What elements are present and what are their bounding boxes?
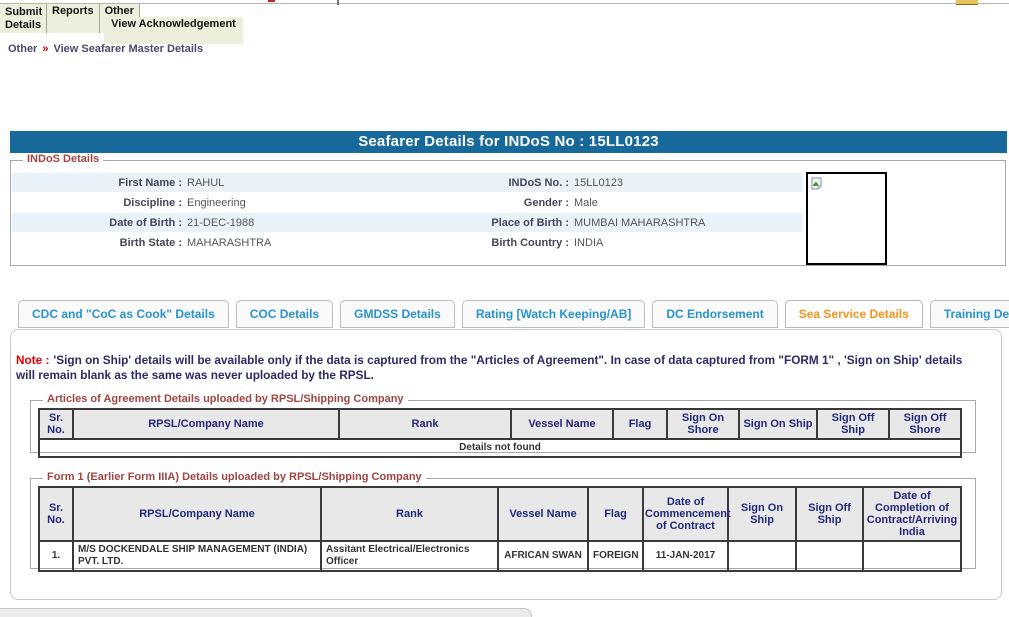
tab-rating-watch-keeping-ab[interactable]: Rating [Watch Keeping/AB] [462, 300, 646, 328]
table-header-row: Sr. No. RPSL/Company Name Rank Vessel Na… [39, 487, 961, 541]
tab-cdc-coc-as-cook-details[interactable]: CDC and "CoC as Cook" Details [18, 300, 229, 328]
articles-of-agreement-fieldset: Articles of Agreement Details uploaded b… [30, 400, 976, 453]
page-title: Seafarer Details for INDoS No : 15LL0123 [10, 131, 1007, 153]
col-sign-off-ship: Sign Off Ship [817, 409, 889, 439]
breadcrumb-page: View Seafarer Master Details [53, 43, 203, 55]
note-text: Note :'Sign on Ship' details will be ava… [16, 353, 981, 382]
field-label-discipline: Discipline : [12, 193, 187, 212]
field-value-indos-no: 15LL0123 [574, 173, 803, 192]
indos-details-legend: INDoS Details [23, 153, 103, 165]
cell-sign-on-ship [728, 541, 796, 571]
menu-item-reports[interactable]: Reports [47, 4, 100, 33]
col-vessel-name: Vessel Name [511, 409, 613, 439]
top-edge-artifact [268, 0, 275, 2]
note-prefix: Note : [16, 353, 49, 367]
field-value-birth-country: INDIA [574, 233, 803, 252]
indos-row: Discipline : Engineering Gender : Male [12, 193, 803, 213]
col-sign-on-ship: Sign On Ship [739, 409, 817, 439]
field-label-indos-no: INDoS No. : [417, 173, 574, 192]
col-rpsl-company-name: RPSL/Company Name [73, 487, 321, 541]
form1-fieldset: Form 1 (Earlier Form IIIA) Details uploa… [30, 478, 976, 569]
breadcrumb-separator: » [42, 43, 48, 55]
col-rpsl-company-name: RPSL/Company Name [73, 409, 339, 439]
field-label-birth-country: Birth Country : [417, 233, 574, 252]
cell-completion-date [863, 541, 961, 571]
col-sign-off-shore: Sign Off Shore [889, 409, 961, 439]
col-flag: Flag [613, 409, 667, 439]
details-not-found-message: Details not found [39, 439, 961, 457]
tab-sea-service-details[interactable]: Sea Service Details [785, 300, 923, 328]
field-label-first-name: First Name : [12, 173, 187, 192]
bottom-collapsed-panel [0, 608, 532, 617]
field-value-birth-state: MAHARASHTRA [187, 233, 417, 252]
tab-bar: CDC and "CoC as Cook" Details COC Detail… [18, 300, 1009, 328]
indos-row: First Name : RAHUL INDoS No. : 15LL0123 [12, 173, 803, 193]
cell-commencement-date: 11-JAN-2017 [643, 541, 728, 571]
field-value-place-of-birth: MUMBAI MAHARASHTRA [574, 213, 803, 232]
cell-sign-off-ship [796, 541, 863, 571]
breadcrumb: Other » View Seafarer Master Details [8, 43, 203, 55]
table-row: 1. M/S DOCKENDALE SHIP MANAGEMENT (INDIA… [39, 541, 961, 571]
articles-legend: Articles of Agreement Details uploaded b… [43, 393, 408, 405]
menu-item-submit-details[interactable]: Submit Details [0, 4, 47, 33]
cell-company: M/S DOCKENDALE SHIP MANAGEMENT (INDIA) P… [73, 541, 321, 571]
field-label-birth-state: Birth State : [12, 233, 187, 252]
col-sign-off-ship: Sign Off Ship [796, 487, 863, 541]
form1-legend: Form 1 (Earlier Form IIIA) Details uploa… [43, 471, 426, 483]
table-header-row: Sr. No. RPSL/Company Name Rank Vessel Na… [39, 409, 961, 439]
note-body: 'Sign on Ship' details will be available… [16, 353, 962, 382]
field-value-gender: Male [574, 193, 803, 212]
col-date-of-completion: Date of Completion of Contract/Arriving … [863, 487, 961, 541]
col-flag: Flag [588, 487, 643, 541]
form1-table: Sr. No. RPSL/Company Name Rank Vessel Na… [38, 486, 962, 572]
field-value-first-name: RAHUL [187, 173, 417, 192]
col-rank: Rank [339, 409, 511, 439]
cell-flag: FOREIGN [588, 541, 643, 571]
table-empty-row: Details not found [39, 439, 961, 457]
col-sign-on-ship: Sign On Ship [728, 487, 796, 541]
tab-dc-endorsement[interactable]: DC Endorsement [652, 300, 777, 328]
indos-row: Birth State : MAHARASHTRA Birth Country … [12, 233, 803, 253]
col-rank: Rank [321, 487, 498, 541]
menu-item-view-acknowledgement[interactable]: View Acknowledgement [104, 17, 243, 44]
top-edge-artifact [956, 0, 978, 5]
cell-vessel: AFRICAN SWAN [498, 541, 588, 571]
indos-row: Date of Birth : 21-DEC-1988 Place of Bir… [12, 213, 803, 233]
field-label-place-of-birth: Place of Birth : [417, 213, 574, 232]
field-label-date-of-birth: Date of Birth : [12, 213, 187, 232]
col-date-of-commencement: Date of Commencement of Contract [643, 487, 728, 541]
tab-coc-details[interactable]: COC Details [236, 300, 333, 328]
field-value-date-of-birth: 21-DEC-1988 [187, 213, 417, 232]
col-vessel-name: Vessel Name [498, 487, 588, 541]
broken-image-icon [811, 177, 825, 191]
breadcrumb-section[interactable]: Other [8, 43, 37, 55]
col-sr-no: Sr. No. [39, 409, 73, 439]
tab-gmdss-details[interactable]: GMDSS Details [340, 300, 455, 328]
field-label-gender: Gender : [417, 193, 574, 212]
cell-rank: Assitant Electrical/Electronics Officer [321, 541, 498, 571]
top-edge-divider [0, 3, 1009, 4]
tab-training-details[interactable]: Training Details [930, 300, 1009, 328]
photo-placeholder [806, 172, 887, 265]
col-sr-no: Sr. No. [39, 487, 73, 541]
articles-table: Sr. No. RPSL/Company Name Rank Vessel Na… [38, 408, 962, 458]
indos-details-rows: First Name : RAHUL INDoS No. : 15LL0123 … [12, 173, 803, 253]
col-sign-on-shore: Sign On Shore [667, 409, 739, 439]
field-value-discipline: Engineering [187, 193, 417, 212]
top-edge-artifact [337, 0, 339, 5]
cell-sr-no: 1. [39, 541, 73, 571]
